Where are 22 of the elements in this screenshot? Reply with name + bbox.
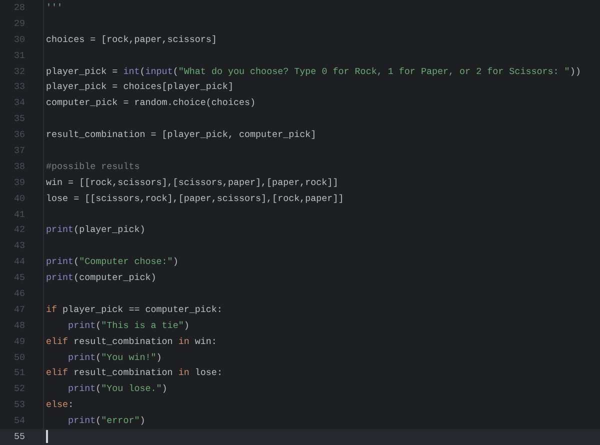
code-line: choices = [rock,paper,scissors] bbox=[46, 32, 217, 47]
text-cursor bbox=[46, 430, 48, 444]
code-line: print("error") bbox=[67, 414, 146, 428]
code-line: ''' bbox=[46, 1, 63, 15]
line-number: 55 bbox=[14, 431, 25, 442]
code-line: print("Computer chose:") bbox=[46, 255, 178, 270]
code-line: print("This is a tie") bbox=[67, 318, 190, 333]
code-line: print(player_pick) bbox=[46, 223, 146, 238]
code-line: win = [[rock,scissors],[scissors,paper],[paper,rock]] bbox=[46, 176, 338, 190]
code-line: lose = [[scissors,rock],[paper,scissors],[rock,paper]] bbox=[46, 192, 344, 206]
code-line: player_pick = int(input("What do you choose? Type 0 for Rock, 1 for Paper, or 2 for Scissors: ")) bbox=[46, 64, 581, 79]
code-line: result_combination = [player_pick, computer_pick] bbox=[46, 128, 316, 142]
code-line: elif result_combination in lose: bbox=[46, 366, 222, 380]
code-line: print("You lose.") bbox=[67, 382, 168, 396]
code-line: player_pick = choices[player_pick] bbox=[46, 80, 234, 94]
code-line: computer_pick = random.choice(choices) bbox=[46, 96, 256, 110]
code-line: else: bbox=[46, 398, 74, 412]
code-line: print(computer_pick) bbox=[46, 271, 156, 286]
code-line: print("You win!") bbox=[67, 350, 162, 365]
code-line: #possible results bbox=[46, 160, 140, 174]
code-line: if player_pick == computer_pick: bbox=[46, 302, 222, 317]
code-line: elif result_combination in win: bbox=[46, 334, 217, 349]
